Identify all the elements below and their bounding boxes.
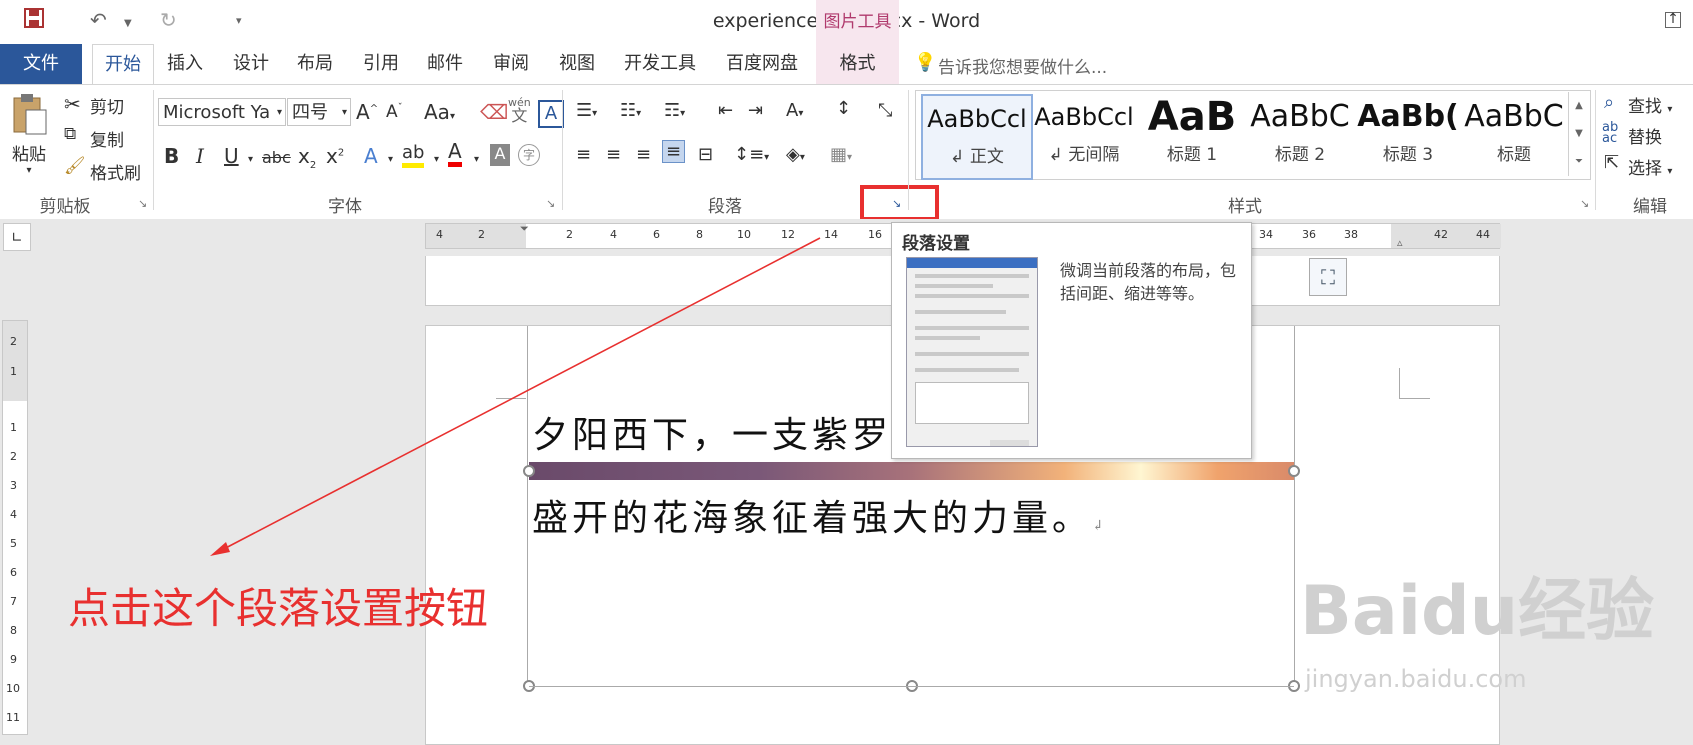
- baidu-watermark-url: jingyan.baidu.com: [1305, 665, 1527, 693]
- baidu-watermark: Baidu经验: [1300, 572, 1655, 651]
- annotation-text: 点击这个段落设置按钮: [68, 584, 489, 633]
